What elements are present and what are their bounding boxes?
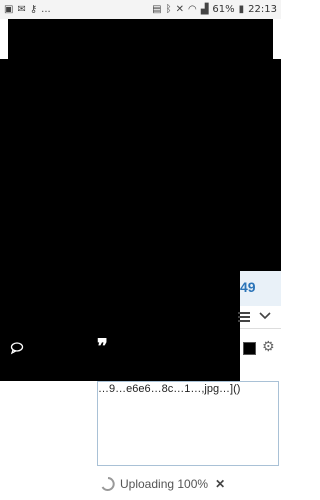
chevron-down-icon[interactable] bbox=[259, 311, 271, 321]
spinner-icon bbox=[101, 477, 115, 491]
status-left: ▣ ✉ ⚷ ... bbox=[4, 4, 51, 15]
cancel-upload-icon[interactable]: ✕ bbox=[215, 477, 225, 491]
wifi-icon: ◠ bbox=[187, 3, 197, 15]
page-number[interactable]: 49 bbox=[240, 279, 256, 295]
menu-line bbox=[238, 316, 250, 318]
media-overlay-bottom bbox=[0, 271, 240, 381]
bluetooth-icon: ᛒ bbox=[165, 3, 172, 15]
menu-line bbox=[238, 320, 250, 322]
media-overlay[interactable] bbox=[0, 59, 281, 271]
email-icon: ✉ bbox=[17, 3, 26, 15]
screen: ▣ ✉ ⚷ ... ▤ ᛒ ✕ ◠ ▟ 61% ▮ 22:13 ❞ 49 ⚙ …… bbox=[0, 0, 281, 500]
divider bbox=[240, 328, 281, 329]
gear-icon[interactable]: ⚙ bbox=[262, 340, 275, 354]
quote-icon[interactable]: ❞ bbox=[97, 336, 108, 356]
upload-status: Uploading 100% ✕ bbox=[100, 473, 225, 495]
image-icon: ▣ bbox=[4, 3, 14, 15]
battery-icon: ▮ bbox=[238, 3, 245, 15]
composer-textarea[interactable]: …9…e6e6…8c…1…,jpg…]() bbox=[97, 381, 279, 466]
color-swatch[interactable] bbox=[243, 342, 256, 355]
lock-icon: ▤ bbox=[152, 3, 162, 15]
menu-line bbox=[238, 312, 250, 314]
composer-text[interactable]: …9…e6e6…8c…1…,jpg…]() bbox=[98, 383, 280, 399]
media-overlay-top bbox=[8, 19, 273, 59]
status-bar: ▣ ✉ ⚷ ... ▤ ᛒ ✕ ◠ ▟ 61% ▮ 22:13 bbox=[0, 0, 281, 19]
key-icon: ⚷ bbox=[29, 3, 38, 15]
menu-icon[interactable] bbox=[238, 312, 250, 322]
upload-status-text: Uploading 100% bbox=[120, 477, 209, 491]
clock: 22:13 bbox=[248, 4, 277, 15]
status-overflow: ... bbox=[41, 4, 51, 15]
status-right: ▤ ᛒ ✕ ◠ ▟ 61% ▮ 22:13 bbox=[152, 4, 277, 15]
signal-icon: ▟ bbox=[200, 3, 209, 15]
battery-percent: 61% bbox=[212, 4, 235, 15]
comment-icon[interactable] bbox=[10, 341, 24, 355]
mute-icon: ✕ bbox=[175, 3, 184, 15]
